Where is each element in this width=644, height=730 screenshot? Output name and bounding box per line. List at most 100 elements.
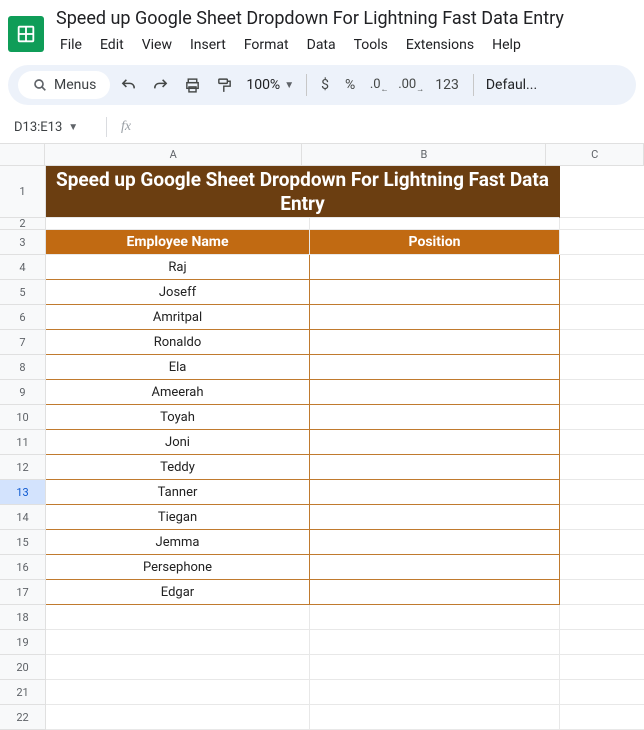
sheets-logo-icon[interactable] — [8, 16, 44, 52]
row-header-7[interactable]: 7 — [0, 330, 46, 355]
menu-tools[interactable]: Tools — [346, 33, 396, 57]
cell-A5[interactable]: Joseff — [46, 280, 310, 305]
cell-A21[interactable] — [46, 680, 310, 705]
column-header-B[interactable]: B — [302, 144, 546, 166]
cell-B19[interactable] — [310, 630, 560, 655]
row-header-10[interactable]: 10 — [0, 405, 46, 430]
row-header-20[interactable]: 20 — [0, 655, 46, 680]
select-all-corner[interactable] — [0, 144, 45, 166]
zoom-select[interactable]: 100%▼ — [242, 77, 298, 93]
cell-B22[interactable] — [310, 705, 560, 730]
cell-B10[interactable] — [310, 405, 560, 430]
cell-A19[interactable] — [46, 630, 310, 655]
menu-edit[interactable]: Edit — [92, 33, 132, 57]
cell-B5[interactable] — [310, 280, 560, 305]
row-header-17[interactable]: 17 — [0, 580, 46, 605]
row-header-2[interactable]: 2 — [0, 218, 46, 230]
cell-A22[interactable] — [46, 705, 310, 730]
cell-C17[interactable] — [560, 580, 644, 605]
row-header-8[interactable]: 8 — [0, 355, 46, 380]
row-header-15[interactable]: 15 — [0, 530, 46, 555]
cell-C8[interactable] — [560, 355, 644, 380]
sheet-title-cell[interactable]: Speed up Google Sheet Dropdown For Light… — [46, 166, 560, 218]
cell-C18[interactable] — [560, 605, 644, 630]
row-header-5[interactable]: 5 — [0, 280, 46, 305]
cell-B8[interactable] — [310, 355, 560, 380]
row-header-14[interactable]: 14 — [0, 505, 46, 530]
cell-A14[interactable]: Tiegan — [46, 505, 310, 530]
cell-C13[interactable] — [560, 480, 644, 505]
menu-file[interactable]: File — [52, 33, 90, 57]
cell-C19[interactable] — [560, 630, 644, 655]
menu-extensions[interactable]: Extensions — [398, 33, 482, 57]
document-title[interactable]: Speed up Google Sheet Dropdown For Light… — [52, 6, 644, 31]
cell-A9[interactable]: Ameerah — [46, 380, 310, 405]
percent-button[interactable]: % — [339, 77, 361, 93]
search-menus-button[interactable]: Menus — [18, 71, 110, 99]
cell-A15[interactable]: Jemma — [46, 530, 310, 555]
number-format-button[interactable]: 123 — [429, 77, 465, 93]
cell-A17[interactable]: Edgar — [46, 580, 310, 605]
decrease-decimal-button[interactable]: .0← — [365, 71, 393, 99]
cell-B13[interactable] — [310, 480, 560, 505]
menu-view[interactable]: View — [134, 33, 180, 57]
cell-C10[interactable] — [560, 405, 644, 430]
cell-C4[interactable] — [560, 255, 644, 280]
cell-A8[interactable]: Ela — [46, 355, 310, 380]
cell-C11[interactable] — [560, 430, 644, 455]
cell-B20[interactable] — [310, 655, 560, 680]
cell-C2[interactable] — [560, 218, 644, 230]
row-header-12[interactable]: 12 — [0, 455, 46, 480]
row-header-3[interactable]: 3 — [0, 230, 46, 255]
cell-B9[interactable] — [310, 380, 560, 405]
cell-B4[interactable] — [310, 255, 560, 280]
header-employee-name[interactable]: Employee Name — [46, 230, 310, 255]
menu-format[interactable]: Format — [236, 33, 297, 57]
paint-format-button[interactable] — [210, 71, 238, 99]
cell-A16[interactable]: Persephone — [46, 555, 310, 580]
cell-C9[interactable] — [560, 380, 644, 405]
menu-data[interactable]: Data — [299, 33, 344, 57]
increase-decimal-button[interactable]: .00→ — [397, 71, 425, 99]
menu-insert[interactable]: Insert — [182, 33, 234, 57]
cell-A18[interactable] — [46, 605, 310, 630]
cell-B21[interactable] — [310, 680, 560, 705]
font-select[interactable]: Defaul... — [482, 77, 541, 93]
row-header-6[interactable]: 6 — [0, 305, 46, 330]
name-box[interactable]: D13:E13 ▼ — [8, 118, 100, 137]
row-header-21[interactable]: 21 — [0, 680, 46, 705]
column-header-A[interactable]: A — [45, 144, 303, 166]
cell-C7[interactable] — [560, 330, 644, 355]
cell-A13[interactable]: Tanner — [46, 480, 310, 505]
cell-B12[interactable] — [310, 455, 560, 480]
cell-A10[interactable]: Toyah — [46, 405, 310, 430]
cell-C21[interactable] — [560, 680, 644, 705]
redo-button[interactable] — [146, 71, 174, 99]
cell-B7[interactable] — [310, 330, 560, 355]
cell-B18[interactable] — [310, 605, 560, 630]
row-header-18[interactable]: 18 — [0, 605, 46, 630]
row-header-9[interactable]: 9 — [0, 380, 46, 405]
cell-C12[interactable] — [560, 455, 644, 480]
cell-A11[interactable]: Joni — [46, 430, 310, 455]
cell-C15[interactable] — [560, 530, 644, 555]
row-header-11[interactable]: 11 — [0, 430, 46, 455]
currency-button[interactable]: $ — [315, 77, 335, 93]
row-header-22[interactable]: 22 — [0, 705, 46, 730]
cell-A6[interactable]: Amritpal — [46, 305, 310, 330]
cell-B14[interactable] — [310, 505, 560, 530]
cell-C16[interactable] — [560, 555, 644, 580]
cell-A7[interactable]: Ronaldo — [46, 330, 310, 355]
row-header-19[interactable]: 19 — [0, 630, 46, 655]
cell-C6[interactable] — [560, 305, 644, 330]
cell-C14[interactable] — [560, 505, 644, 530]
cell-A20[interactable] — [46, 655, 310, 680]
cell-C3[interactable] — [560, 230, 644, 255]
cell-C1[interactable] — [560, 166, 644, 218]
row-header-4[interactable]: 4 — [0, 255, 46, 280]
cell-A4[interactable]: Raj — [46, 255, 310, 280]
cell-C5[interactable] — [560, 280, 644, 305]
row-header-13[interactable]: 13 — [0, 480, 46, 505]
cell-A2[interactable] — [46, 218, 310, 230]
cell-B2[interactable] — [310, 218, 560, 230]
